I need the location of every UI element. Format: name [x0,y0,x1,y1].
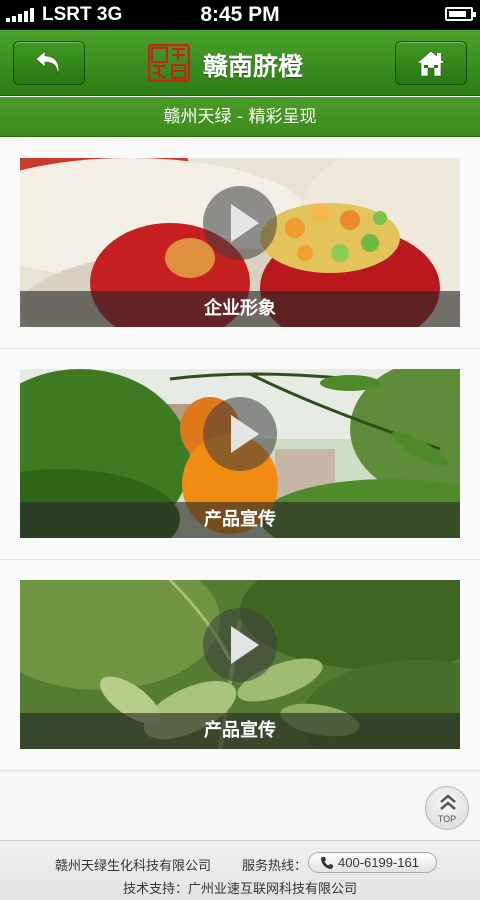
video-card-product-promo-2[interactable]: 产品宣传 [0,560,480,771]
double-chevron-up-icon [440,794,456,810]
hotline-number: 400-6199-161 [338,855,419,870]
phone-icon [321,857,333,869]
play-icon[interactable] [203,397,277,471]
footer: 赣州天绿生化科技有限公司 服务热线： 400-6199-161 技术支持：广州业… [0,840,480,900]
section-subtitle: 赣州天绿 - 精彩呈现 [0,97,480,137]
home-icon [416,50,446,77]
back-button[interactable] [13,41,85,85]
video-caption: 产品宣传 [20,713,460,749]
back-arrow-icon [35,50,60,76]
hotline-label: 服务热线： [242,859,308,874]
video-card-corporate-image[interactable]: 企业形象 [0,138,480,349]
status-time: 8:45 PM [200,3,280,26]
home-button[interactable] [395,41,467,85]
video-card-product-promo-1[interactable]: 产品宣传 [0,349,480,560]
play-icon[interactable] [203,608,277,682]
video-thumbnail[interactable]: 企业形象 [20,158,460,327]
video-thumbnail[interactable]: 产品宣传 [20,369,460,538]
red-seal-logo [148,44,190,82]
video-thumbnail[interactable]: 产品宣传 [20,580,460,749]
top-label: TOP [437,814,457,824]
play-icon[interactable] [203,186,277,260]
tech-support-text: 技术支持：广州业速互联网科技有限公司 [122,882,357,897]
battery-icon [445,7,476,21]
back-to-top-button[interactable]: TOP [425,786,469,830]
hotline-call-button[interactable]: 400-6199-161 [308,852,437,873]
battery-level [449,11,466,17]
video-caption: 企业形象 [20,291,460,327]
app-header: 赣南脐橙 [0,30,480,96]
app-title: 赣南脐橙 [203,52,304,81]
video-caption: 产品宣传 [20,502,460,538]
company-name: 赣州天绿生化科技有限公司 [55,859,212,874]
status-bar: LSRT 3G 8:45 PM [0,0,480,30]
